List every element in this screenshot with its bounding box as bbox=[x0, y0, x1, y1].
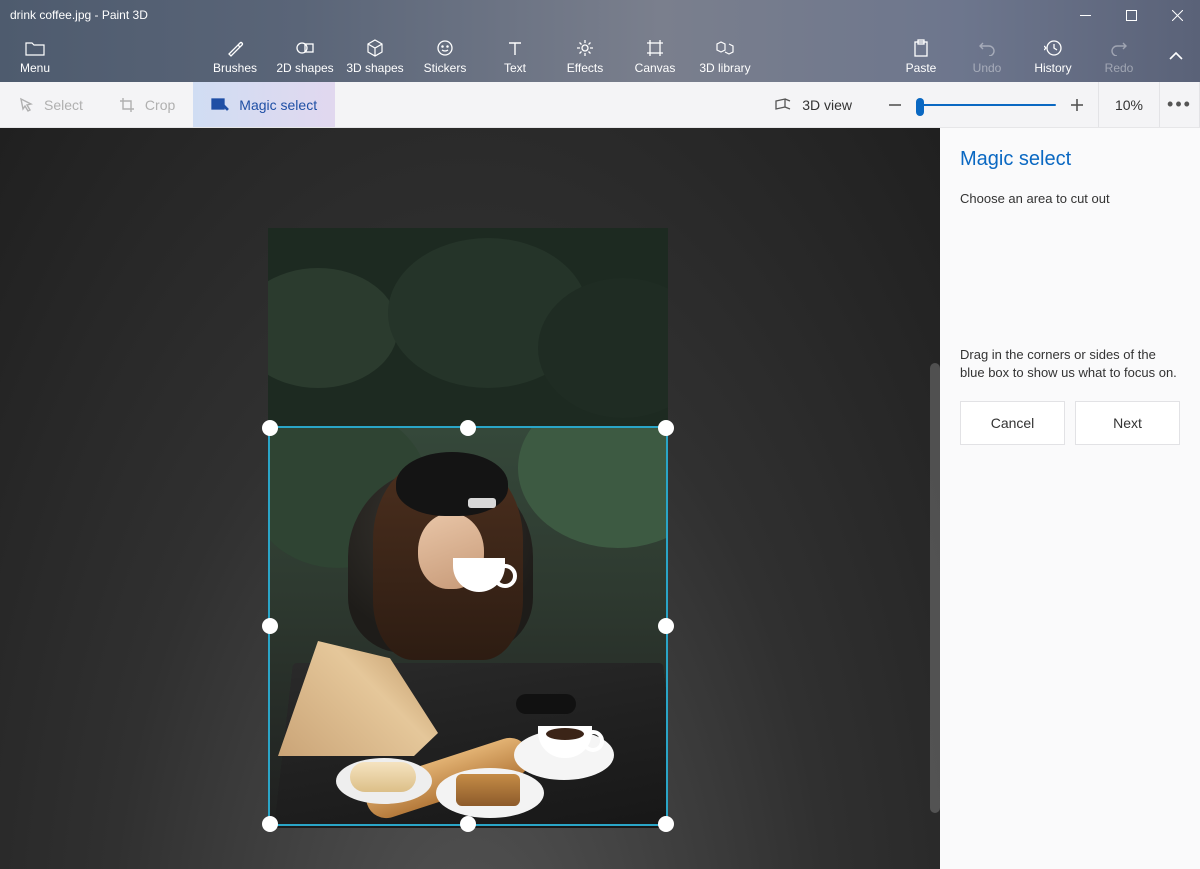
panel-subtitle: Choose an area to cut out bbox=[960, 191, 1180, 206]
tool-undo[interactable]: Undo bbox=[954, 30, 1020, 82]
3d-view-toggle[interactable]: 3D view bbox=[752, 82, 874, 127]
undo-icon bbox=[978, 37, 996, 59]
titlebar: drink coffee.jpg - Paint 3D bbox=[0, 0, 1200, 30]
handle-mid-left[interactable] bbox=[262, 618, 278, 634]
menu-button[interactable]: Menu bbox=[0, 30, 70, 82]
handle-bot-right[interactable] bbox=[658, 816, 674, 832]
sticker-icon bbox=[436, 37, 454, 59]
zoom-out-button[interactable] bbox=[888, 98, 902, 112]
handle-top-mid[interactable] bbox=[460, 420, 476, 436]
panel-hint: Drag in the corners or sides of the blue… bbox=[960, 346, 1180, 381]
tool-paste[interactable]: Paste bbox=[888, 30, 954, 82]
collapse-ribbon-button[interactable] bbox=[1152, 30, 1200, 82]
redo-icon bbox=[1110, 37, 1128, 59]
magic-select-tool[interactable]: Magic select bbox=[193, 82, 335, 127]
select-tool[interactable]: Select bbox=[0, 82, 101, 127]
next-button[interactable]: Next bbox=[1075, 401, 1180, 445]
close-button[interactable] bbox=[1154, 0, 1200, 30]
tool-brushes[interactable]: Brushes bbox=[200, 30, 270, 82]
side-panel: Magic select Choose an area to cut out D… bbox=[940, 128, 1200, 869]
handle-top-left[interactable] bbox=[262, 420, 278, 436]
tool-history[interactable]: History bbox=[1020, 30, 1086, 82]
library3d-icon bbox=[715, 37, 735, 59]
handle-bot-left[interactable] bbox=[262, 816, 278, 832]
window-title: drink coffee.jpg - Paint 3D bbox=[0, 8, 148, 22]
menu-label: Menu bbox=[20, 61, 50, 75]
tool-3d-shapes[interactable]: 3D shapes bbox=[340, 30, 410, 82]
tool-effects[interactable]: Effects bbox=[550, 30, 620, 82]
tool-2d-shapes[interactable]: 2D shapes bbox=[270, 30, 340, 82]
text-icon bbox=[507, 37, 523, 59]
paste-icon bbox=[913, 37, 929, 59]
handle-bot-mid[interactable] bbox=[460, 816, 476, 832]
zoom-slider[interactable] bbox=[916, 104, 1056, 106]
tool-3d-library[interactable]: 3D library bbox=[690, 30, 760, 82]
handle-mid-right[interactable] bbox=[658, 618, 674, 634]
canvas-area[interactable] bbox=[0, 128, 940, 869]
cancel-button[interactable]: Cancel bbox=[960, 401, 1065, 445]
zoom-level[interactable]: 10% bbox=[1098, 82, 1160, 127]
canvas-icon bbox=[646, 37, 664, 59]
tool-canvas[interactable]: Canvas bbox=[620, 30, 690, 82]
canvas-image[interactable] bbox=[268, 228, 668, 828]
tool-text[interactable]: Text bbox=[480, 30, 550, 82]
tool-stickers[interactable]: Stickers bbox=[410, 30, 480, 82]
zoom-in-button[interactable] bbox=[1070, 98, 1084, 112]
handle-top-right[interactable] bbox=[658, 420, 674, 436]
history-icon bbox=[1044, 37, 1062, 59]
effects-icon bbox=[576, 37, 594, 59]
tool-redo[interactable]: Redo bbox=[1086, 30, 1152, 82]
more-options-button[interactable]: ••• bbox=[1160, 82, 1200, 127]
selection-box[interactable] bbox=[268, 426, 668, 826]
zoom-slider-thumb[interactable] bbox=[916, 98, 924, 116]
sub-toolbar: Select Crop Magic select 3D view 10% ••• bbox=[0, 82, 1200, 128]
canvas-scrollbar[interactable] bbox=[930, 363, 940, 813]
shapes2d-icon bbox=[295, 37, 315, 59]
maximize-button[interactable] bbox=[1108, 0, 1154, 30]
ribbon: Menu Brushes 2D shapes 3D shapes Sticker… bbox=[0, 30, 1200, 82]
brush-icon bbox=[226, 37, 244, 59]
folder-icon bbox=[25, 37, 45, 59]
crop-tool[interactable]: Crop bbox=[101, 82, 193, 127]
shapes3d-icon bbox=[366, 37, 384, 59]
panel-title: Magic select bbox=[960, 148, 1180, 171]
minimize-button[interactable] bbox=[1062, 0, 1108, 30]
